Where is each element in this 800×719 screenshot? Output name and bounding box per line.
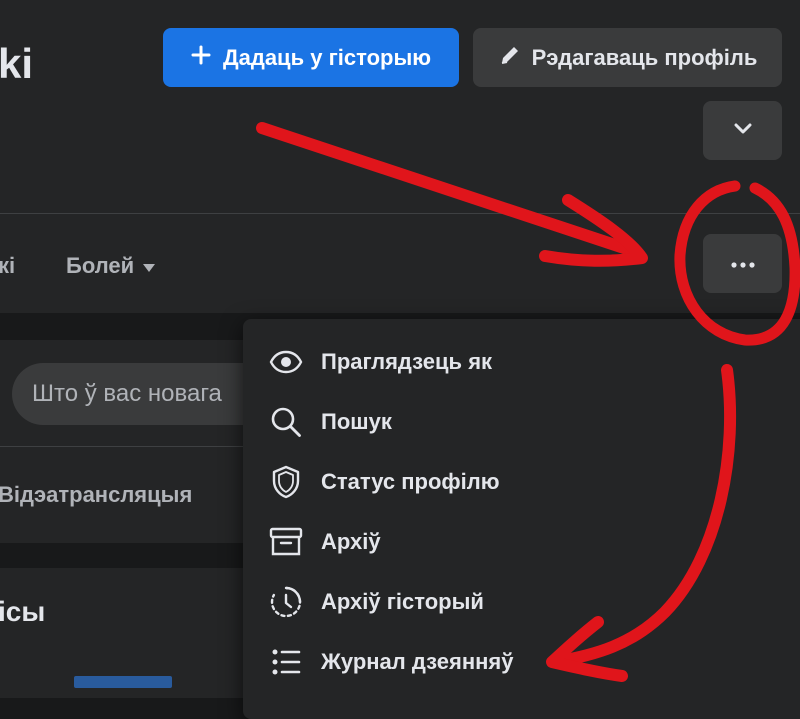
edit-profile-label: Рэдагаваць профіль bbox=[531, 44, 758, 70]
shield-icon bbox=[267, 463, 305, 501]
chevron-down-icon bbox=[733, 121, 753, 140]
tab-more[interactable]: Болей bbox=[66, 253, 156, 279]
add-to-story-button[interactable]: Дадаць у гісторыю bbox=[163, 28, 459, 87]
search-icon bbox=[267, 403, 305, 441]
more-horizontal-icon bbox=[730, 255, 755, 273]
live-video-button[interactable]: Відэатрансляцыя bbox=[0, 482, 192, 508]
add-to-story-label: Дадаць у гісторыю bbox=[222, 44, 432, 70]
expand-button[interactable] bbox=[703, 101, 782, 160]
menu-item-story-archive[interactable]: Архіў гісторый bbox=[243, 572, 783, 632]
composer-divider bbox=[0, 446, 258, 447]
more-options-button[interactable] bbox=[703, 234, 782, 293]
header-divider bbox=[0, 213, 800, 214]
menu-label: Архіў гісторый bbox=[321, 589, 484, 614]
menu-label: Статус профілю bbox=[321, 469, 500, 494]
more-options-menu: Праглядзець як Пошук Статус профілю Архі… bbox=[243, 319, 800, 719]
tab-more-label: Болей bbox=[66, 253, 135, 278]
profile-name: ki bbox=[0, 40, 34, 87]
eye-icon bbox=[267, 343, 305, 381]
menu-item-search[interactable]: Пошук bbox=[243, 392, 783, 452]
menu-item-activity-log[interactable]: Журнал дзеянняў bbox=[243, 632, 783, 692]
menu-item-profile-status[interactable]: Статус профілю bbox=[243, 452, 783, 512]
plus-icon bbox=[191, 45, 211, 71]
tab-partial[interactable]: кі bbox=[0, 253, 15, 279]
menu-item-view-as[interactable]: Праглядзець як bbox=[243, 332, 783, 392]
menu-item-archive[interactable]: Архіў bbox=[243, 512, 783, 572]
story-archive-icon bbox=[267, 583, 305, 621]
menu-label: Журнал дзеянняў bbox=[321, 649, 514, 674]
menu-label: Праглядзець як bbox=[321, 349, 493, 374]
composer-placeholder: Што ў вас новага bbox=[32, 380, 222, 407]
menu-label: Пошук bbox=[321, 409, 392, 434]
caret-down-icon bbox=[142, 253, 156, 279]
pencil-icon bbox=[498, 43, 522, 73]
posts-title: ісы bbox=[0, 596, 46, 627]
activity-log-icon bbox=[267, 643, 305, 681]
menu-label: Архіў bbox=[321, 529, 381, 554]
archive-icon bbox=[267, 523, 305, 561]
filter-link[interactable] bbox=[74, 676, 172, 688]
edit-profile-button[interactable]: Рэдагаваць профіль bbox=[473, 28, 782, 87]
